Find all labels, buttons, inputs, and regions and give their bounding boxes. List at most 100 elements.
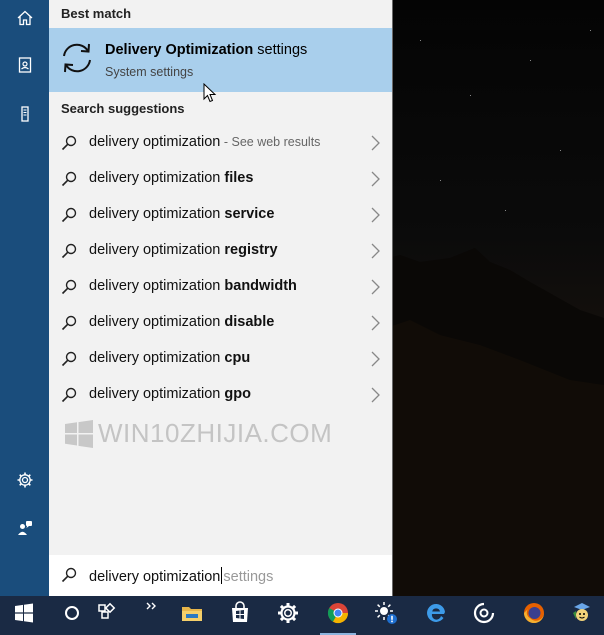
suggestion-query: delivery optimization — [89, 206, 225, 222]
suggestion-item[interactable]: delivery optimization gpo — [49, 377, 392, 413]
suggestion-query: delivery optimization — [89, 386, 225, 402]
feedback-button[interactable] — [0, 510, 49, 550]
suggestion-query: delivery optimization — [89, 314, 225, 330]
search-icon — [61, 315, 77, 331]
suggestion-completion: service — [224, 206, 275, 222]
suggestion-item[interactable]: delivery optimization disable — [49, 305, 392, 341]
device-button[interactable] — [0, 96, 49, 136]
watermark: WIN10ZHIJIA.COM — [64, 418, 332, 449]
search-icon — [61, 567, 77, 583]
taskbar — [0, 596, 604, 635]
firefox-button[interactable] — [510, 596, 558, 635]
suggestion-text: delivery optimization - See web results — [89, 134, 320, 150]
mascot-app-button[interactable] — [558, 596, 604, 635]
chrome-button[interactable] — [314, 596, 362, 635]
edge-button[interactable] — [412, 596, 460, 635]
task-view-icon — [94, 601, 118, 630]
chevron-right-icon[interactable] — [359, 197, 392, 233]
suggestion-query: delivery optimization — [89, 350, 225, 366]
search-icon — [61, 279, 77, 295]
chevron-right-icon[interactable] — [359, 377, 392, 413]
mascot-app-icon — [570, 601, 594, 630]
chevron-right-icon[interactable] — [359, 305, 392, 341]
search-suggestions-header: Search suggestions — [61, 101, 185, 116]
best-match-title: Delivery Optimization settings — [105, 42, 308, 58]
feedback-icon — [16, 519, 34, 542]
settings-button[interactable] — [0, 462, 49, 502]
file-explorer-icon — [180, 601, 204, 630]
start-button[interactable] — [0, 596, 48, 635]
groove-button[interactable] — [460, 596, 508, 635]
suggestion-item[interactable]: delivery optimization cpu — [49, 341, 392, 377]
suggestion-query: delivery optimization — [89, 134, 221, 150]
mouse-pointer — [203, 83, 217, 103]
chevron-right-icon[interactable] — [359, 161, 392, 197]
start-search-panel: Best match Delivery Optimization setting… — [0, 0, 393, 596]
device-icon — [16, 105, 34, 128]
mountain-silhouette — [380, 248, 604, 596]
weather-alert-icon — [374, 601, 398, 630]
left-rail — [0, 0, 49, 596]
suggestion-query: delivery optimization — [89, 170, 225, 186]
settings-icon — [276, 601, 300, 630]
suggestion-completion: cpu — [224, 350, 251, 366]
watermark-text: WIN10ZHIJIA.COM — [98, 418, 333, 448]
suggestion-text: delivery optimization gpo — [89, 386, 251, 402]
search-text: delivery optimization settings — [89, 567, 273, 585]
suggestion-item[interactable]: delivery optimization service — [49, 197, 392, 233]
suggestion-text: delivery optimization registry — [89, 242, 278, 258]
search-results: Best match Delivery Optimization setting… — [49, 0, 392, 596]
suggestion-completion: bandwidth — [224, 278, 297, 294]
settings-app-button[interactable] — [264, 596, 312, 635]
search-icon — [61, 171, 77, 187]
best-match-result[interactable]: Delivery Optimization settings System se… — [49, 28, 392, 92]
suggestion-completion: registry — [224, 242, 278, 258]
edge-icon — [424, 601, 448, 630]
search-icon — [61, 387, 77, 403]
suggestion-item[interactable]: delivery optimization files — [49, 161, 392, 197]
suggestion-text: delivery optimization disable — [89, 314, 274, 330]
home-button[interactable] — [0, 0, 49, 40]
chevron-right-icon[interactable] — [359, 269, 392, 305]
chevron-right-icon[interactable] — [359, 233, 392, 269]
task-view-button[interactable] — [84, 596, 128, 635]
search-icon — [61, 243, 77, 259]
suggestion-text: delivery optimization service — [89, 206, 274, 222]
chevron-right-icon[interactable] — [359, 125, 392, 161]
search-typed-text: delivery optimization — [89, 569, 221, 585]
windows-logo-watermark — [65, 419, 93, 448]
file-explorer-button[interactable] — [168, 596, 216, 635]
suggestion-item[interactable]: delivery optimization registry — [49, 233, 392, 269]
search-icon — [61, 135, 77, 151]
best-match-subtitle: System settings — [105, 65, 194, 79]
suggestion-text: delivery optimization bandwidth — [89, 278, 297, 294]
suggestion-item[interactable]: delivery optimization bandwidth — [49, 269, 392, 305]
weather-alert-button[interactable] — [362, 596, 410, 635]
best-match-header: Best match — [61, 6, 132, 21]
suggestion-query: delivery optimization — [89, 242, 225, 258]
suggestion-text: delivery optimization cpu — [89, 350, 250, 366]
chevron-right-icon[interactable] — [359, 341, 392, 377]
search-icon — [61, 351, 77, 367]
overflow-icon — [140, 601, 164, 630]
suggestion-text: delivery optimization files — [89, 170, 253, 186]
store-button[interactable] — [216, 596, 264, 635]
store-icon — [228, 601, 252, 630]
sync-arrows-icon — [59, 40, 95, 76]
groove-icon — [472, 601, 496, 630]
suggestion-completion: gpo — [224, 386, 251, 402]
home-icon — [16, 9, 34, 32]
settings-gear-icon — [16, 471, 34, 494]
notebook-icon — [16, 56, 34, 79]
suggestion-completion: files — [224, 170, 254, 186]
search-completion-text: settings — [223, 569, 274, 585]
see-web-results-label: - See web results — [220, 135, 321, 149]
search-icon — [61, 207, 77, 223]
suggestion-item[interactable]: delivery optimization - See web results — [49, 125, 392, 161]
search-input[interactable]: delivery optimization settings — [49, 555, 392, 596]
suggestion-completion: disable — [224, 314, 275, 330]
notebook-button[interactable] — [0, 47, 49, 87]
chrome-icon — [326, 601, 350, 630]
cortana-circle-icon — [60, 601, 84, 630]
windows-start-icon — [12, 601, 36, 630]
